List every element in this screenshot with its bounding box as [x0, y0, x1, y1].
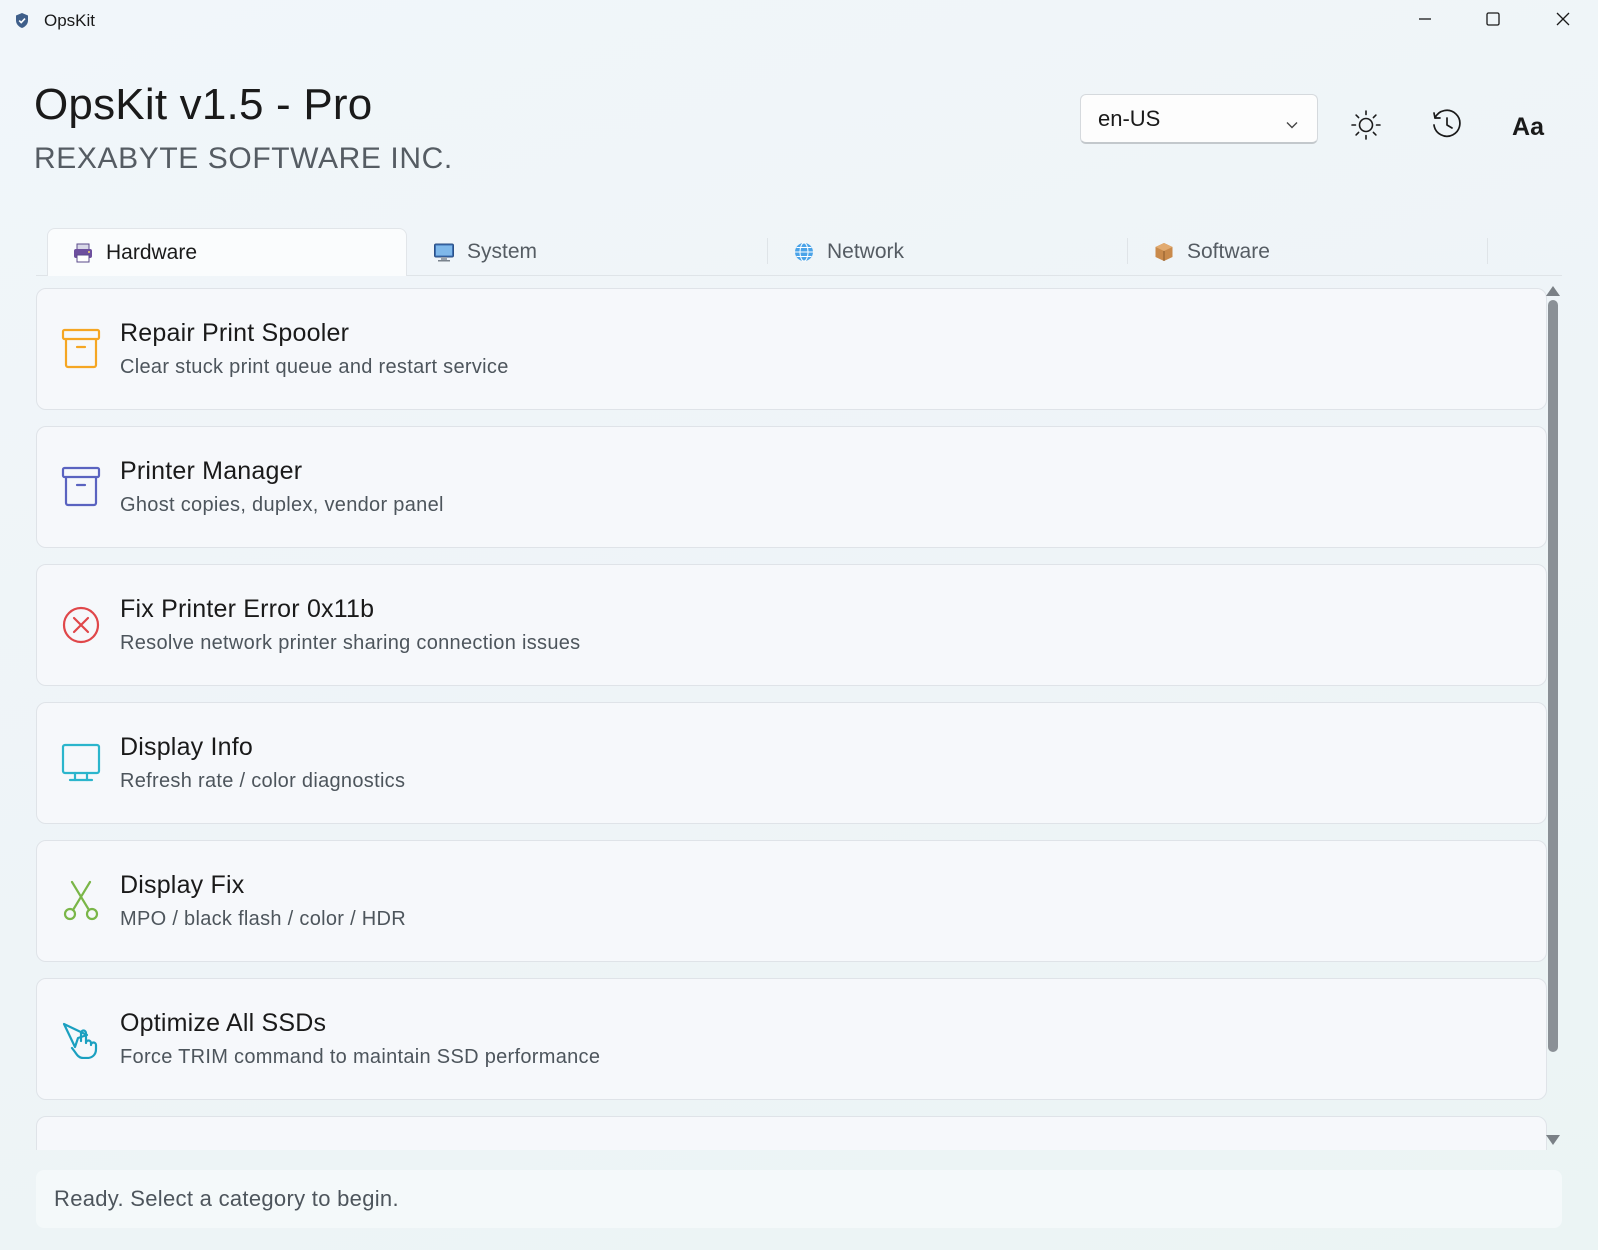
history-button[interactable] [1420, 100, 1474, 154]
printer-icon [72, 242, 94, 264]
tool-list: Repair Print Spooler Clear stuck print q… [36, 288, 1547, 1150]
sun-icon [1350, 109, 1382, 146]
archive-box-icon [61, 328, 101, 370]
maximize-icon [1485, 11, 1501, 32]
scissors-icon [61, 880, 101, 922]
tab-label: System [467, 240, 538, 263]
minimize-button[interactable] [1390, 0, 1460, 42]
tool-title: Optimize All SSDs [120, 1009, 327, 1037]
tool-title: Display Info [120, 733, 254, 761]
language-value: en-US [1098, 105, 1161, 131]
tool-card-printer-manager[interactable]: Printer Manager Ghost copies, duplex, ve… [36, 426, 1547, 548]
tab-network[interactable]: Network [769, 228, 1129, 276]
archive-box-icon [61, 466, 101, 508]
tool-description: Resolve network printer sharing connecti… [120, 632, 581, 654]
tool-description: Refresh rate / color diagnostics [120, 770, 406, 792]
page-title: OpsKit v1.5 - Pro [34, 80, 373, 129]
status-text: Ready. Select a category to begin. [54, 1186, 399, 1211]
tool-title: Fix Printer Error 0x11b [120, 595, 375, 623]
chevron-down-icon [1285, 112, 1299, 138]
tab-label: Hardware [106, 240, 198, 264]
maximize-button[interactable] [1458, 0, 1528, 42]
company-name: REXABYTE SOFTWARE INC. [34, 142, 453, 175]
font-size-button[interactable]: Aa [1501, 100, 1555, 154]
tool-card-fix-printer-error[interactable]: Fix Printer Error 0x11b Resolve network … [36, 564, 1547, 686]
history-icon [1430, 108, 1464, 147]
tool-description: Force TRIM command to maintain SSD perfo… [120, 1046, 601, 1068]
tool-description: Ghost copies, duplex, vendor panel [120, 494, 444, 516]
monitor-icon [61, 742, 101, 784]
window-title: OpsKit [44, 11, 96, 30]
tab-label: Network [827, 240, 905, 263]
monitor-icon [433, 241, 455, 263]
tool-title: Printer Manager [120, 457, 303, 485]
tab-hardware[interactable]: Hardware [47, 228, 407, 276]
tool-title: Display Fix [120, 871, 245, 899]
tab-system[interactable]: System [409, 228, 769, 276]
scroll-down-arrow-icon[interactable] [1545, 1133, 1561, 1151]
category-tabs: Hardware System Network Software [36, 228, 1562, 276]
package-icon [1153, 241, 1175, 263]
status-bar: Ready. Select a category to begin. [36, 1170, 1562, 1228]
tool-card-partial[interactable] [36, 1116, 1547, 1150]
tool-card-repair-print-spooler[interactable]: Repair Print Spooler Clear stuck print q… [36, 288, 1547, 410]
language-select[interactable]: en-US [1080, 94, 1318, 144]
tab-label: Software [1187, 240, 1270, 263]
minimize-icon [1417, 11, 1433, 32]
pointer-hand-icon [61, 1018, 101, 1060]
tool-description: MPO / black flash / color / HDR [120, 908, 407, 930]
scrollbar-thumb[interactable] [1548, 300, 1558, 1052]
theme-toggle-button[interactable] [1339, 100, 1393, 154]
title-bar: OpsKit [0, 0, 1598, 42]
font-size-label: Aa [1512, 112, 1544, 141]
close-icon [1555, 11, 1571, 32]
tool-card-display-info[interactable]: Display Info Refresh rate / color diagno… [36, 702, 1547, 824]
tool-card-optimize-ssds[interactable]: Optimize All SSDs Force TRIM command to … [36, 978, 1547, 1100]
tool-description: Clear stuck print queue and restart serv… [120, 356, 509, 378]
tool-card-display-fix[interactable]: Display Fix MPO / black flash / color / … [36, 840, 1547, 962]
globe-icon [793, 241, 815, 263]
close-button[interactable] [1528, 0, 1598, 42]
tool-title: Repair Print Spooler [120, 319, 350, 347]
tab-software[interactable]: Software [1129, 228, 1489, 276]
error-circle-icon [61, 604, 101, 646]
shield-icon [14, 12, 30, 29]
